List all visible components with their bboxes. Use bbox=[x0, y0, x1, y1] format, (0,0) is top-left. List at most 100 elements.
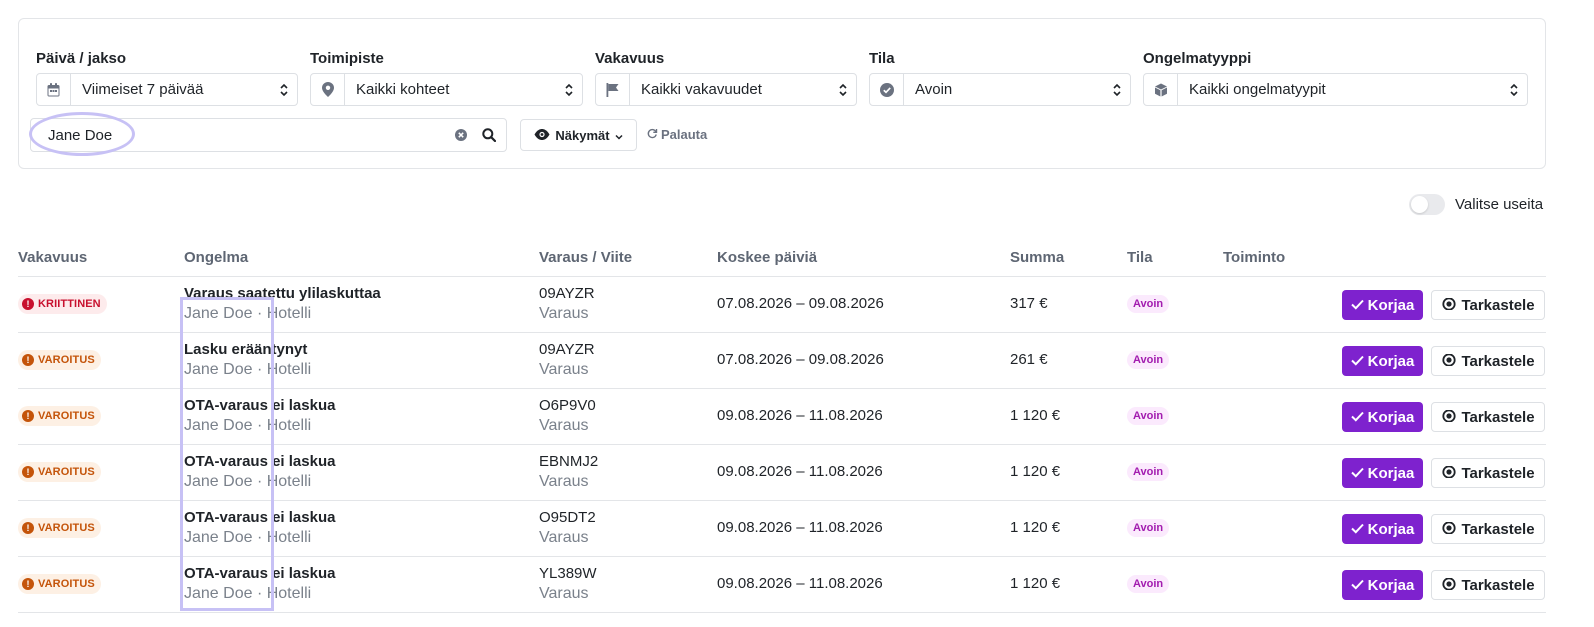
date-select[interactable]: Viimeiset 7 päivää bbox=[36, 73, 298, 106]
map-pin-icon bbox=[311, 74, 345, 105]
severity-badge: ! VAROITUS bbox=[18, 518, 101, 538]
issues-table: Vakavuus Ongelma Varaus / Viite Koskee p… bbox=[18, 240, 1546, 613]
alert-icon: ! bbox=[22, 466, 34, 478]
amount: 1 120 € bbox=[1010, 463, 1061, 480]
fix-button[interactable]: Korjaa bbox=[1342, 346, 1423, 376]
problem-title: OTA-varaus ei laskua bbox=[184, 453, 336, 470]
header-problem: Ongelma bbox=[184, 249, 249, 266]
status-filter: Tila Avoin bbox=[869, 49, 1131, 106]
flag-icon bbox=[596, 74, 630, 105]
eye-icon bbox=[534, 128, 550, 143]
severity-label: VAROITUS bbox=[38, 466, 95, 478]
eye-icon bbox=[1441, 464, 1457, 482]
view-button[interactable]: Tarkastele bbox=[1431, 346, 1545, 376]
chevron-updown-icon bbox=[1501, 83, 1527, 97]
alert-icon: ! bbox=[22, 354, 34, 366]
fix-button[interactable]: Korjaa bbox=[1342, 458, 1423, 488]
date-select-value: Viimeiset 7 päivää bbox=[82, 81, 204, 98]
status-badge: Avoin bbox=[1127, 463, 1170, 481]
alert-icon: ! bbox=[22, 522, 34, 534]
reference-code: EBNMJ2 bbox=[539, 453, 599, 470]
table-row: ! VAROITUS OTA-varaus ei laskua Jane Doe · … bbox=[18, 389, 1546, 445]
severity-badge: ! VAROITUS bbox=[18, 462, 101, 482]
view-button-label: Tarkastele bbox=[1461, 464, 1535, 482]
reference-code: O95DT2 bbox=[539, 509, 596, 526]
problem-subtitle: Jane Doe · Hotelli bbox=[184, 305, 312, 322]
multi-select-toggle[interactable]: Valitse useita bbox=[1409, 194, 1543, 215]
header-severity: Vakavuus bbox=[18, 249, 88, 266]
reset-link[interactable]: Palauta bbox=[647, 127, 707, 142]
table-row: ! VAROITUS OTA-varaus ei laskua Jane Doe · … bbox=[18, 445, 1546, 501]
reference-code: 09AYZR bbox=[539, 285, 595, 302]
status-badge: Avoin bbox=[1127, 351, 1170, 369]
view-button-label: Tarkastele bbox=[1461, 576, 1535, 594]
reference-type: Varaus bbox=[539, 305, 589, 322]
severity-filter-label: Vakavuus bbox=[595, 50, 665, 67]
view-button[interactable]: Tarkastele bbox=[1431, 458, 1545, 488]
eye-icon bbox=[1441, 576, 1457, 594]
fix-button[interactable]: Korjaa bbox=[1342, 514, 1423, 544]
status-select-value: Avoin bbox=[915, 81, 953, 98]
fix-button-label: Korjaa bbox=[1367, 520, 1415, 538]
date-range: 09.08.2026 – 11.08.2026 bbox=[717, 519, 883, 536]
view-button[interactable]: Tarkastele bbox=[1431, 402, 1545, 432]
date-filter: Päivä / jakso Viimeiset 7 päivää bbox=[36, 49, 298, 106]
views-button-label: Näkymät bbox=[555, 127, 610, 143]
status-filter-label: Tila bbox=[869, 50, 895, 67]
amount: 317 € bbox=[1010, 295, 1048, 312]
issue-type-select-value: Kaikki ongelmatyypit bbox=[1189, 81, 1326, 98]
location-select[interactable]: Kaikki kohteet bbox=[310, 73, 583, 106]
table-row: ! VAROITUS Lasku erääntynyt Jane Doe · Hote… bbox=[18, 333, 1546, 389]
reference-type: Varaus bbox=[539, 361, 589, 378]
fix-button[interactable]: Korjaa bbox=[1342, 290, 1423, 320]
reference-type: Varaus bbox=[539, 417, 589, 434]
status-badge: Avoin bbox=[1127, 519, 1170, 537]
date-range: 07.08.2026 – 09.08.2026 bbox=[717, 295, 884, 312]
views-dropdown-button[interactable]: Näkymät bbox=[520, 119, 637, 151]
severity-badge: ! KRIITTINEN bbox=[18, 294, 107, 314]
view-button[interactable]: Tarkastele bbox=[1431, 514, 1545, 544]
view-button-label: Tarkastele bbox=[1461, 296, 1535, 314]
search-icon[interactable] bbox=[472, 128, 506, 142]
multi-select-label: Valitse useita bbox=[1455, 196, 1544, 213]
date-range: 09.08.2026 – 11.08.2026 bbox=[717, 407, 883, 424]
view-button[interactable]: Tarkastele bbox=[1431, 570, 1545, 600]
chevron-down-icon bbox=[615, 128, 623, 143]
fix-button-label: Korjaa bbox=[1367, 408, 1415, 426]
view-button[interactable]: Tarkastele bbox=[1431, 290, 1545, 320]
problem-title: Lasku erääntynyt bbox=[184, 341, 308, 358]
problem-subtitle: Jane Doe · Hotelli bbox=[184, 417, 312, 434]
severity-select[interactable]: Kaikki vakavuudet bbox=[595, 73, 857, 106]
status-badge: Avoin bbox=[1127, 295, 1170, 313]
check-icon bbox=[1350, 409, 1364, 426]
severity-label: VAROITUS bbox=[38, 354, 95, 366]
eye-icon bbox=[1441, 408, 1457, 426]
search-input[interactable] bbox=[31, 119, 450, 151]
location-filter: Toimipiste Kaikki kohteet bbox=[310, 49, 583, 106]
problem-subtitle: Jane Doe · Hotelli bbox=[184, 361, 312, 378]
problem-title: OTA-varaus ei laskua bbox=[184, 397, 336, 414]
fix-button[interactable]: Korjaa bbox=[1342, 570, 1423, 600]
fix-button-label: Korjaa bbox=[1367, 464, 1415, 482]
problem-subtitle: Jane Doe · Hotelli bbox=[184, 585, 312, 602]
problem-title: OTA-varaus ei laskua bbox=[184, 509, 336, 526]
severity-label: VAROITUS bbox=[38, 410, 95, 422]
chevron-updown-icon bbox=[271, 83, 297, 97]
fix-button[interactable]: Korjaa bbox=[1342, 402, 1423, 432]
problem-title: Varaus saatettu ylilaskuttaa bbox=[184, 285, 381, 302]
reset-link-label: Palauta bbox=[661, 127, 708, 142]
reference-type: Varaus bbox=[539, 529, 589, 546]
reference-type: Varaus bbox=[539, 585, 589, 602]
clear-icon[interactable] bbox=[450, 129, 472, 141]
check-icon bbox=[1350, 577, 1364, 594]
chevron-updown-icon bbox=[1104, 83, 1130, 97]
amount: 1 120 € bbox=[1010, 519, 1061, 536]
issue-type-select[interactable]: Kaikki ongelmatyypit bbox=[1143, 73, 1528, 106]
alert-icon: ! bbox=[22, 298, 34, 310]
search-box bbox=[30, 118, 507, 152]
toggle-switch[interactable] bbox=[1409, 194, 1445, 215]
header-reference: Varaus / Viite bbox=[539, 249, 633, 266]
filter-panel: Päivä / jakso Viimeiset 7 päivää Toimipi… bbox=[18, 18, 1546, 169]
status-select[interactable]: Avoin bbox=[869, 73, 1131, 106]
fix-button-label: Korjaa bbox=[1367, 296, 1415, 314]
